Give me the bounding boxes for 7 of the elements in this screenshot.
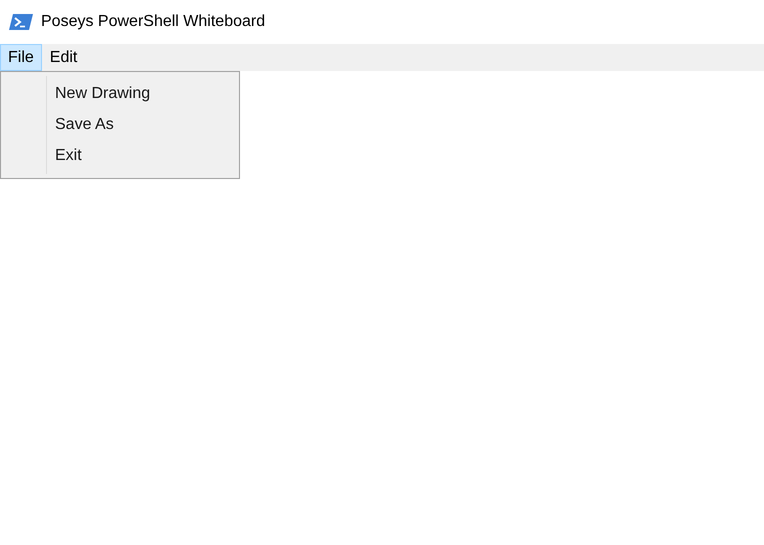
menu-item[interactable]: File: [0, 44, 42, 71]
menu-entry[interactable]: Save As: [47, 109, 239, 141]
app-icon: [9, 14, 33, 30]
window-title: Poseys PowerShell Whiteboard: [41, 12, 266, 32]
menu-item[interactable]: Edit: [42, 44, 86, 71]
menu-entry[interactable]: Exit: [47, 140, 239, 172]
menu-entry[interactable]: New Drawing: [47, 78, 239, 110]
